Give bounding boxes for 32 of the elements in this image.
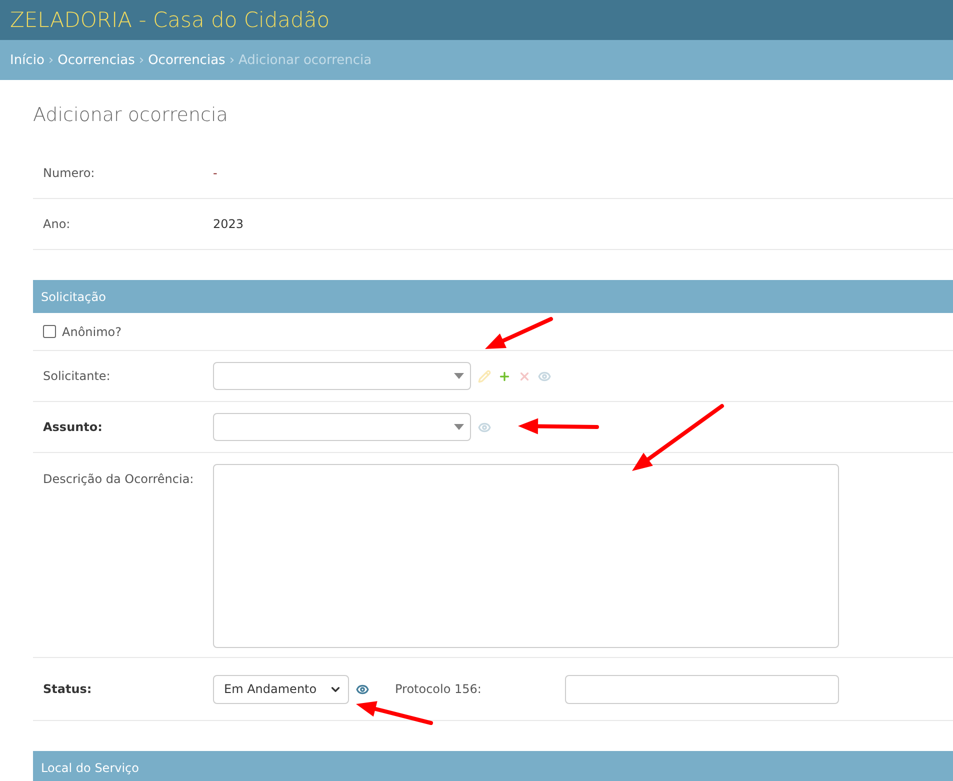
field-label: Solicitante: <box>43 369 112 383</box>
current-page-label: Adicionar ocorrencia <box>238 52 372 68</box>
status-select[interactable]: Em Andamento <box>213 674 349 704</box>
field-label: Assunto: <box>43 420 104 434</box>
field-label: Status: <box>43 682 93 696</box>
select-field[interactable] <box>213 413 471 441</box>
fieldset-header: Solicitação <box>33 280 953 313</box>
breadcrumb-link[interactable]: Ocorrencias <box>148 52 226 68</box>
fieldset-header: Local do Serviço <box>33 751 953 781</box>
field-value: - <box>213 166 218 180</box>
field-label: Descrição da Ocorrência: <box>43 472 195 486</box>
input-field[interactable] <box>565 674 839 704</box>
eye-icon[interactable] <box>356 682 369 696</box>
field-value: 2023 <box>213 217 244 231</box>
caret-icon <box>454 373 464 379</box>
annotation-arrow <box>485 317 553 349</box>
breadcrumb-link[interactable]: Ocorrencias <box>58 52 135 68</box>
field-label: Numero: <box>43 166 96 180</box>
breadcrumb-separator: › <box>138 52 144 68</box>
add-icon[interactable] <box>498 370 511 382</box>
breadcrumb-link[interactable]: Início <box>10 52 44 68</box>
checkbox[interactable] <box>43 325 56 338</box>
site-title: ZELADORIA - Casa do Cidadão <box>10 8 330 32</box>
caret-icon <box>454 424 464 430</box>
field-label: Ano: <box>43 217 72 231</box>
select-field[interactable] <box>213 362 471 390</box>
checkbox-label: Anônimo? <box>62 324 122 338</box>
text-area[interactable] <box>213 464 839 648</box>
page-title: Adicionar ocorrencia <box>33 104 229 126</box>
breadcrumb-separator: › <box>229 52 235 68</box>
field-label: Protocolo 156: <box>395 682 482 696</box>
breadcrumb-separator: › <box>48 52 54 68</box>
